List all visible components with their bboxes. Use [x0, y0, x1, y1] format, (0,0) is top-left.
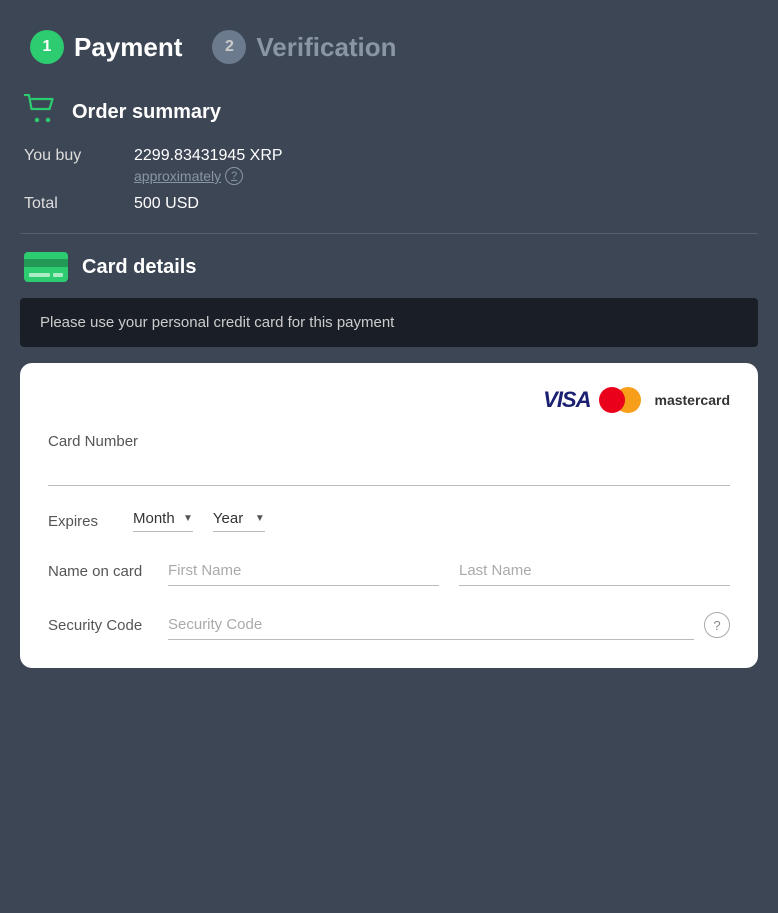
cart-icon: [24, 94, 58, 131]
order-value-youbuy-col: 2299.83431945 XRP approximately ?: [134, 147, 283, 185]
year-dropdown-arrow: ▼: [255, 513, 265, 524]
order-summary-title-row: Order summary: [20, 94, 758, 131]
name-row: Name on card: [48, 556, 730, 586]
name-on-card-label: Name on card: [48, 563, 148, 586]
card-number-input[interactable]: [48, 456, 730, 486]
order-value-total: 500 USD: [134, 195, 199, 213]
year-select-wrapper[interactable]: Year 2024 2025 2026 2027 2028 2029 2030 …: [213, 510, 265, 532]
last-name-input[interactable]: [459, 556, 730, 586]
year-select[interactable]: Year 2024 2025 2026 2027 2028 2029 2030: [213, 510, 251, 527]
card-details-title: Card details: [82, 256, 196, 279]
card-brands: VISA mastercard: [48, 387, 730, 413]
first-name-input[interactable]: [168, 556, 439, 586]
order-subvalue-youbuy: approximately ?: [134, 167, 283, 185]
mastercard-text: mastercard: [655, 392, 731, 408]
info-icon[interactable]: ?: [225, 167, 243, 185]
card-number-field: Card Number: [48, 433, 730, 486]
credit-card-icon: [24, 252, 68, 282]
step-2-circle: 2: [212, 30, 246, 64]
visa-logo: VISA: [543, 387, 590, 413]
mastercard-red-circle: [599, 387, 625, 413]
order-summary-section: Order summary You buy 2299.83431945 XRP …: [20, 94, 758, 213]
card-number-label: Card Number: [48, 433, 730, 450]
card-details-section: Card details Please use your personal cr…: [20, 252, 758, 668]
section-divider: [20, 233, 758, 234]
security-code-input[interactable]: [168, 610, 694, 640]
expires-label: Expires: [48, 513, 113, 530]
step-1-circle: 1: [30, 30, 64, 64]
step-2: 2 Verification: [212, 30, 396, 64]
step-1-label: Payment: [74, 32, 182, 63]
order-value-youbuy: 2299.83431945 XRP: [134, 147, 283, 165]
step-2-label: Verification: [256, 32, 396, 63]
order-label-youbuy: You buy: [24, 147, 104, 165]
security-code-help-icon[interactable]: ?: [704, 612, 730, 638]
order-row-total: Total 500 USD: [24, 195, 758, 213]
month-select-wrapper[interactable]: Month 01 02 03 04 05 06 07 08 09 10 11 1…: [133, 510, 193, 532]
mastercard-logo: [599, 387, 641, 413]
security-code-row: Security Code ?: [48, 610, 730, 640]
step-1: 1 Payment: [30, 30, 182, 64]
expires-row: Expires Month 01 02 03 04 05 06 07 08 09…: [48, 510, 730, 532]
first-name-wrapper: [168, 556, 439, 586]
order-label-total: Total: [24, 195, 104, 213]
card-form: VISA mastercard Card Number Expires Mont…: [20, 363, 758, 668]
order-row-youbuy: You buy 2299.83431945 XRP approximately …: [24, 147, 758, 185]
security-code-label: Security Code: [48, 617, 148, 640]
security-code-input-wrapper: ?: [168, 610, 730, 640]
warning-banner: Please use your personal credit card for…: [20, 298, 758, 347]
month-select[interactable]: Month 01 02 03 04 05 06 07 08 09 10 11 1…: [133, 510, 179, 527]
month-dropdown-arrow: ▼: [183, 513, 193, 524]
last-name-wrapper: [459, 556, 730, 586]
steps-header: 1 Payment 2 Verification: [20, 30, 758, 64]
order-table: You buy 2299.83431945 XRP approximately …: [20, 147, 758, 213]
order-summary-title: Order summary: [72, 101, 221, 124]
card-details-title-row: Card details: [20, 252, 758, 282]
